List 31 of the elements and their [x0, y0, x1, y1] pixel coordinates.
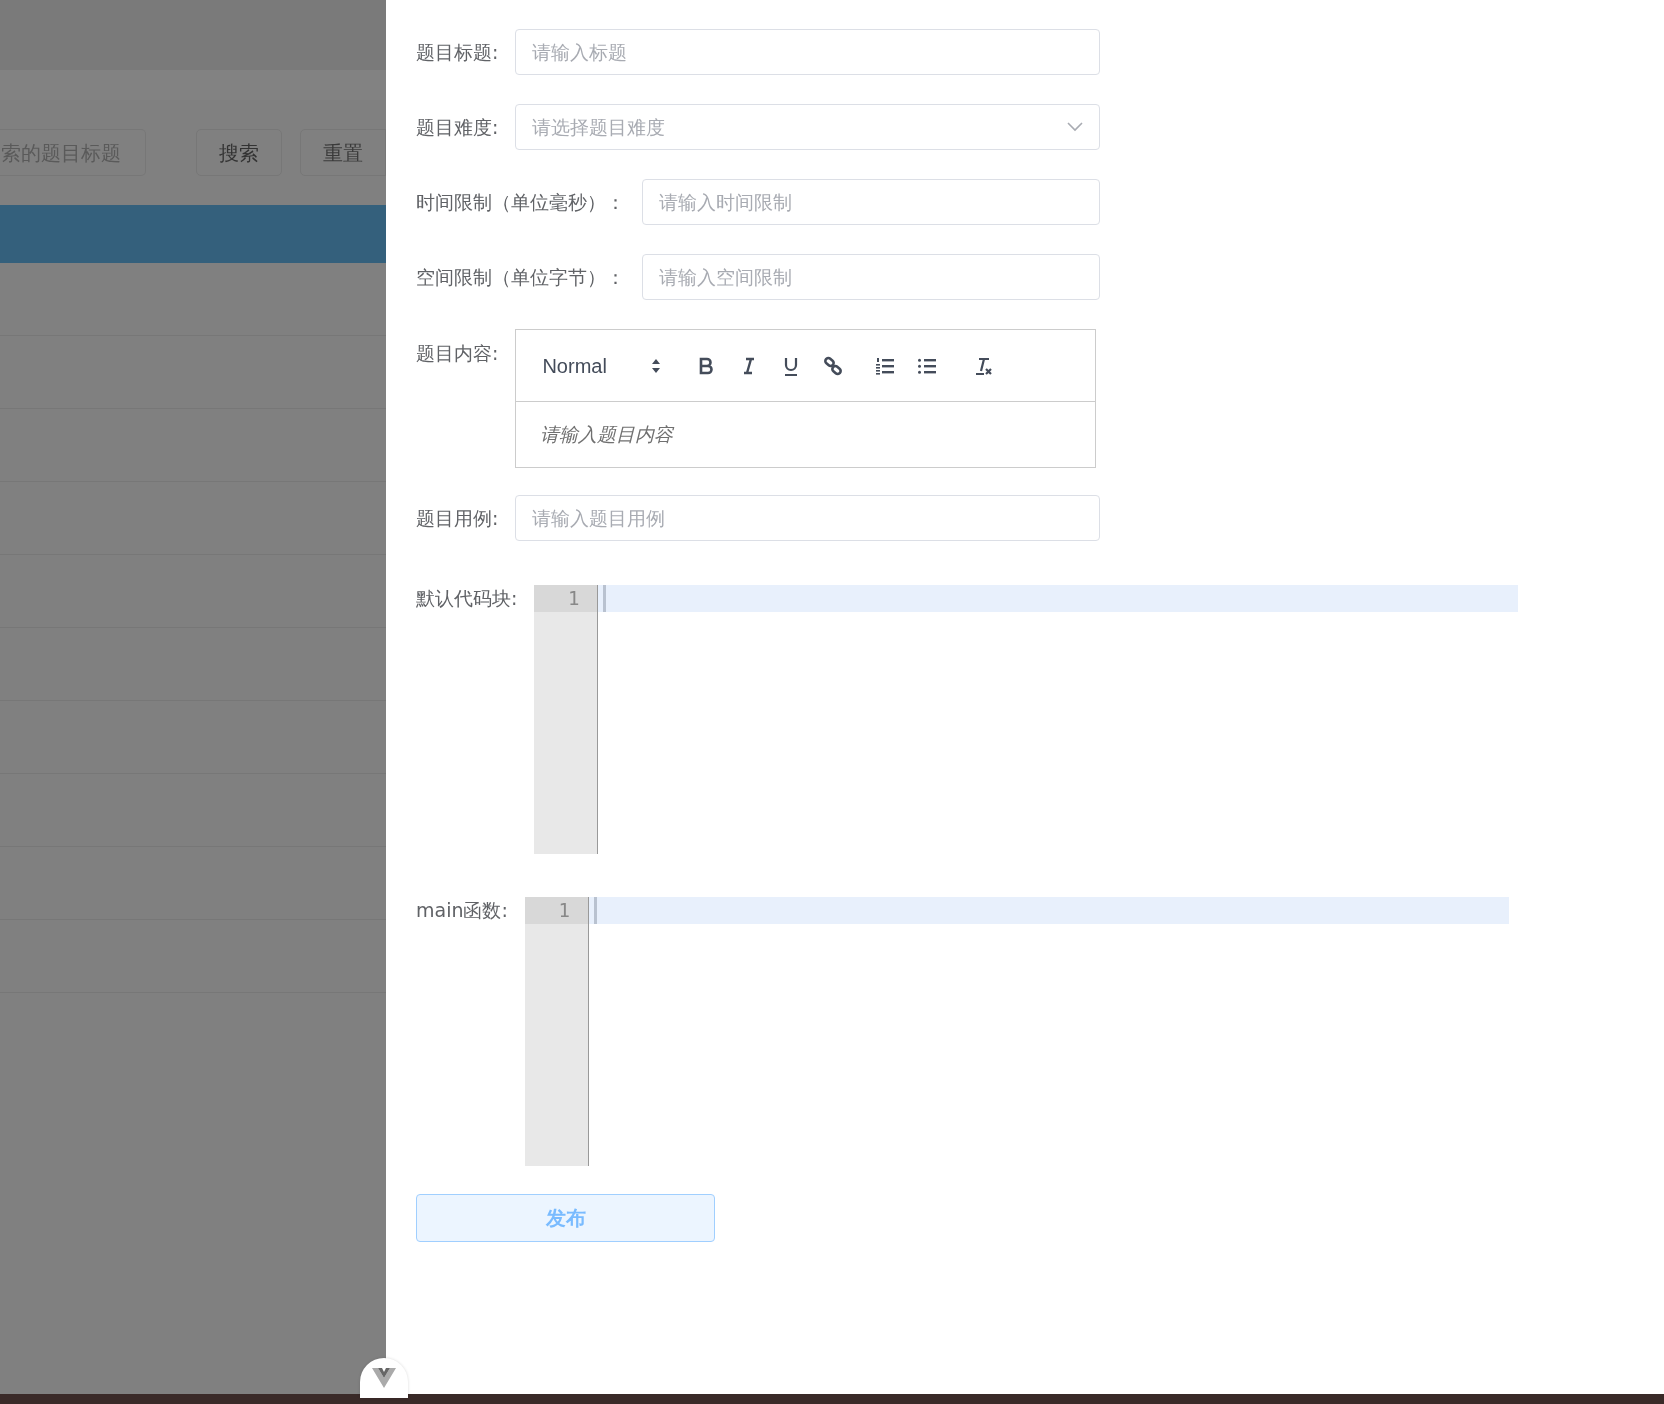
- input-field[interactable]: 请输入题目用例: [515, 495, 1100, 541]
- field-label: 题目内容:: [416, 341, 499, 366]
- format-dropdown[interactable]: Normal: [542, 350, 661, 381]
- code-editor[interactable]: 1: [534, 585, 1519, 854]
- text-cursor: [593, 897, 597, 924]
- button[interactable]: 搜索: [196, 129, 282, 176]
- devtools-toggle[interactable]: [360, 1358, 408, 1398]
- input-field[interactable]: 请输入空间限制: [642, 254, 1100, 300]
- select-field[interactable]: 请选择题目难度: [515, 104, 1100, 150]
- publish-button[interactable]: 发布: [416, 1194, 715, 1242]
- field-label: 题目用例:: [416, 506, 499, 531]
- field-label: 默认代码块:: [416, 586, 518, 611]
- button[interactable]: 重置: [300, 129, 386, 176]
- field-label: 题目难度:: [416, 115, 499, 140]
- code-editor[interactable]: 1: [524, 897, 1509, 1166]
- chevron-down-icon: [1067, 122, 1083, 132]
- v-logo-icon: [372, 1368, 396, 1388]
- input-field[interactable]: 请输入标题: [515, 29, 1100, 75]
- line-number: 1: [524, 897, 588, 924]
- updown-caret-icon: [650, 357, 661, 374]
- content-editor[interactable]: 请输入题目内容: [516, 402, 1096, 467]
- editor-placeholder: 请输入题目内容: [540, 423, 674, 445]
- text-cursor: [603, 585, 607, 612]
- link-icon[interactable]: [822, 355, 843, 376]
- field-label: main函数:: [416, 898, 508, 923]
- field-label: 时间限制（单位毫秒）：: [416, 190, 625, 215]
- field-label: 题目标题:: [416, 40, 499, 65]
- input-field[interactable]: 请输入时间限制: [642, 179, 1100, 225]
- line-number: 1: [534, 585, 598, 612]
- numbered-list-icon[interactable]: [874, 355, 895, 376]
- field-label: 空间限制（单位字节）：: [416, 265, 625, 290]
